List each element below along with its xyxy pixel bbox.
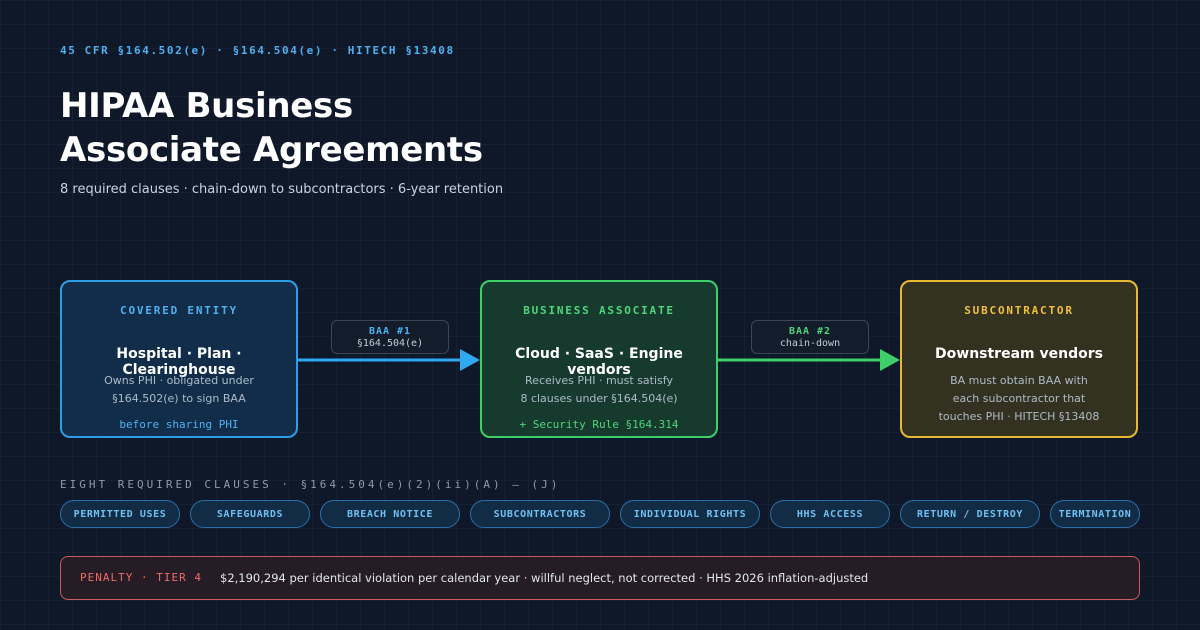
node-heading: Downstream vendors <box>935 346 1103 362</box>
edge-title: BAA #1 <box>368 326 412 337</box>
node-footer: before sharing PHI <box>119 418 239 431</box>
node-covered-entity: COVERED ENTITY Hospital · Plan · Clearin… <box>60 280 298 438</box>
node-label: COVERED ENTITY <box>120 304 238 317</box>
clause-pill-individual-rights: INDIVIDUAL RIGHTS <box>620 500 760 528</box>
node-description-line: Owns PHI · obligated under <box>104 374 254 387</box>
clause-pill-permitted-uses: PERMITTED USES <box>60 500 180 528</box>
node-business-associate: BUSINESS ASSOCIATE Cloud · SaaS · Engine… <box>480 280 718 438</box>
edge-subtitle: §164.504(e) <box>356 338 424 349</box>
node-description-line: BA must obtain BAA with <box>950 374 1088 387</box>
node-label: SUBCONTRACTOR <box>964 304 1074 317</box>
node-description: BA must obtain BAA with each subcontract… <box>912 372 1126 426</box>
node-label: BUSINESS ASSOCIATE <box>523 304 675 317</box>
node-subcontractor: SUBCONTRACTOR Downstream vendors BA must… <box>900 280 1138 438</box>
edge-baa-2-arrowhead <box>880 349 900 371</box>
node-description-line: each subcontractor that <box>952 392 1086 405</box>
penalty-label: PENALTY · TIER 4 <box>80 571 202 584</box>
edge-baa-1-arrowhead <box>460 349 480 371</box>
clause-pill-breach-notice: BREACH NOTICE <box>320 500 460 528</box>
clause-pill-return-destroy: RETURN / DESTROY <box>900 500 1040 528</box>
penalty-banner: PENALTY · TIER 4 $2,190,294 per identica… <box>60 556 1140 600</box>
node-description-line: touches PHI · HITECH §13408 <box>938 410 1100 423</box>
node-description: Owns PHI · obligated under §164.502(e) t… <box>72 372 286 408</box>
clause-pill-row: PERMITTED USES SAFEGUARDS BREACH NOTICE … <box>60 500 1140 528</box>
edge-title: BAA #2 <box>788 326 832 337</box>
clause-pill-subcontractors: SUBCONTRACTORS <box>470 500 610 528</box>
node-description-line: §164.502(e) to sign BAA <box>112 392 246 405</box>
node-description: Receives PHI · must satisfy 8 clauses un… <box>492 372 706 408</box>
edge-subtitle: chain-down <box>779 338 841 349</box>
clause-pill-termination: TERMINATION <box>1050 500 1140 528</box>
clause-pill-hhs-access: HHS ACCESS <box>770 500 890 528</box>
node-description-line: Receives PHI · must satisfy <box>525 374 673 387</box>
edge-label-baa-2: BAA #2 chain-down <box>751 320 869 354</box>
node-footer: + Security Rule §164.314 <box>519 418 679 431</box>
clauses-heading: EIGHT REQUIRED CLAUSES · §164.504(e)(2)(… <box>60 478 561 491</box>
node-description-line: 8 clauses under §164.504(e) <box>520 392 678 405</box>
edge-label-baa-1: BAA #1 §164.504(e) <box>331 320 449 354</box>
clause-pill-safeguards: SAFEGUARDS <box>190 500 310 528</box>
penalty-text: $2,190,294 per identical violation per c… <box>220 571 869 585</box>
